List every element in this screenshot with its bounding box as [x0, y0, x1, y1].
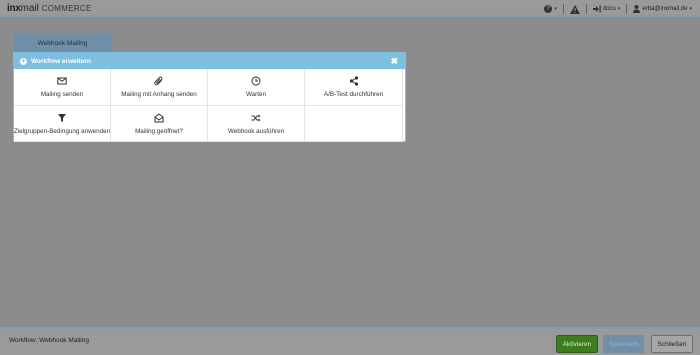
top-bar: inxmail COMMERCE ? ▾ docu ▾ erba@inxmail… [0, 0, 700, 17]
action-ab-test[interactable]: A/B-Test durchführen [305, 69, 403, 106]
plus-circle-icon: + [20, 57, 27, 65]
user-menu[interactable]: erba@inxmail.de ▾ [633, 5, 692, 13]
logo-brand: inx [7, 3, 21, 14]
footer-bar: Workflow: Webhook Mailing Aktivieren Spe… [0, 327, 700, 355]
clock-icon [251, 76, 261, 86]
empty-cell [305, 106, 403, 142]
action-mailing-mit-anhang[interactable]: Mailing mit Anhang senden [111, 69, 208, 106]
chevron-down-icon: ▾ [617, 6, 621, 12]
logo-mail: mail [20, 3, 39, 14]
activate-button[interactable]: Aktivieren [556, 335, 598, 353]
action-label: Mailing senden [40, 91, 84, 98]
divider [626, 4, 628, 14]
envelope-open-icon [154, 112, 164, 122]
question-circle-icon: ? [544, 5, 553, 13]
envelope-icon [57, 77, 67, 85]
paperclip-icon [154, 76, 163, 86]
action-mailing-geoeffnet[interactable]: Mailing geöffnet? [111, 106, 208, 142]
random-icon [251, 114, 261, 121]
share-icon [349, 76, 358, 86]
workflow-title: Workflow: Webhook Mailing [9, 337, 89, 344]
dialog-header: + Workflow erweitern ✖ [14, 53, 405, 69]
workflow-extend-dialog: + Workflow erweitern ✖ Mailing senden Ma… [13, 52, 406, 142]
action-label: Zielgruppen-Bedingung anwenden [13, 127, 111, 135]
logo-suffix: COMMERCE [41, 4, 92, 13]
filter-icon [58, 113, 66, 122]
chevron-down-icon: ▾ [689, 6, 692, 12]
action-webhook-ausfuehren[interactable]: Webhook ausführen [208, 106, 305, 142]
action-grid: Mailing senden Mailing mit Anhang senden… [14, 69, 405, 142]
user-icon [633, 5, 641, 13]
close-icon[interactable]: ✖ [390, 56, 398, 67]
action-label: A/B-Test durchführen [323, 91, 384, 98]
tab-webhook-mailing[interactable]: Webhook Mailing [14, 34, 111, 52]
divider [585, 4, 587, 14]
action-label: Mailing mit Anhang senden [121, 91, 197, 98]
close-button[interactable]: Schließen [651, 335, 693, 353]
action-zielgruppen-bedingung[interactable]: Zielgruppen-Bedingung anwenden [14, 106, 111, 142]
divider [562, 4, 564, 14]
account-menu[interactable]: docu ▾ [592, 5, 621, 13]
warning-triangle-icon [569, 4, 580, 14]
app-logo[interactable]: inxmail COMMERCE [7, 3, 92, 14]
dialog-title: Workflow erweitern [31, 57, 91, 65]
account-label: docu [602, 6, 616, 12]
warnings-button[interactable] [569, 4, 580, 14]
save-button[interactable]: Speichern [603, 335, 644, 353]
action-label: Webhook ausführen [227, 127, 285, 135]
action-label: Warten [245, 91, 267, 98]
user-email: erba@inxmail.de [642, 6, 688, 12]
action-mailing-senden[interactable]: Mailing senden [14, 69, 111, 106]
chevron-down-icon: ▾ [554, 6, 557, 12]
sign-in-icon [592, 5, 601, 13]
action-warten[interactable]: Warten [208, 69, 305, 106]
top-right-menu: ? ▾ docu ▾ erba@inxmail.de ▾ [544, 3, 692, 15]
action-label: Mailing geöffnet? [135, 127, 183, 135]
help-menu[interactable]: ? ▾ [544, 5, 557, 13]
